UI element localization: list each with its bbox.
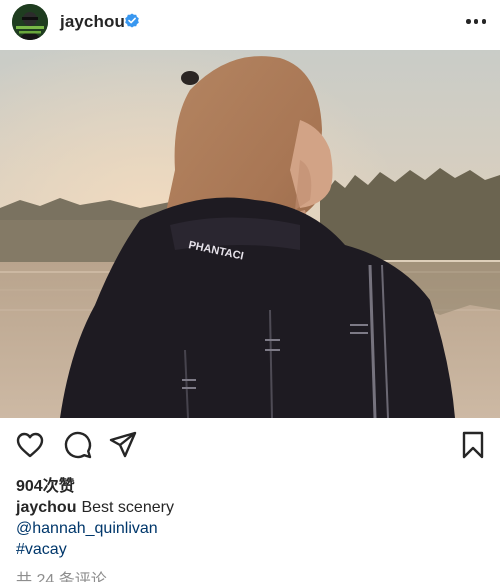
post-header: jaychou xyxy=(0,0,500,46)
likes-count[interactable]: 904次赞 xyxy=(16,472,75,496)
action-bar xyxy=(0,430,500,462)
dot xyxy=(473,19,479,24)
caption-text: Best scenery xyxy=(81,499,174,516)
post-photo: PHANTACI xyxy=(0,50,500,418)
view-comments-link[interactable]: 共 24 条评论 xyxy=(16,566,107,582)
dot xyxy=(481,19,486,24)
more-horizontal-icon[interactable] xyxy=(466,19,486,25)
heart-icon[interactable] xyxy=(15,430,45,460)
mention-link[interactable]: @hannah_quinlivan xyxy=(16,520,158,538)
header-username[interactable]: jaychou xyxy=(60,12,125,32)
bookmark-icon[interactable] xyxy=(458,430,488,460)
comment-icon[interactable] xyxy=(63,430,93,460)
caption: jaychou Best scenery xyxy=(16,499,174,517)
dot xyxy=(466,19,471,24)
verified-badge-icon xyxy=(125,13,139,28)
post-image[interactable]: PHANTACI xyxy=(0,50,500,418)
caption-username[interactable]: jaychou xyxy=(16,499,76,516)
hashtag-link[interactable]: #vacay xyxy=(16,541,67,559)
avatar[interactable] xyxy=(12,4,48,40)
paper-plane-icon[interactable] xyxy=(108,430,138,460)
avatar-image xyxy=(12,4,48,40)
